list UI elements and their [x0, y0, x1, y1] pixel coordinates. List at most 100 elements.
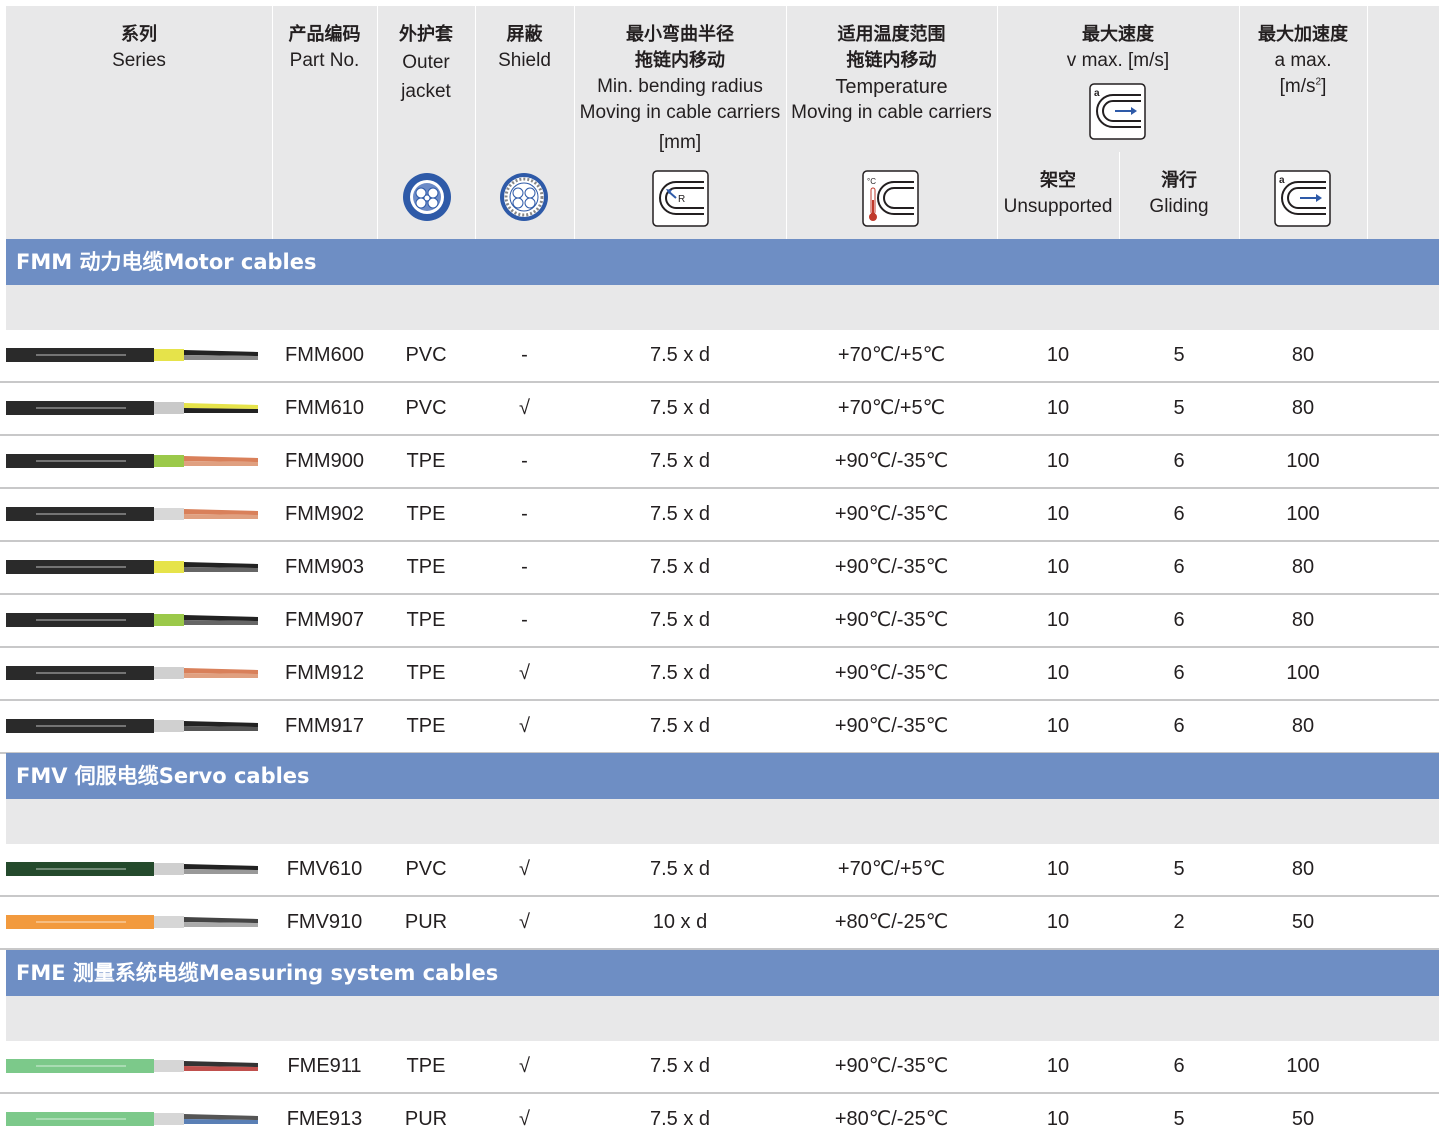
header-bending-en3: [mm]: [658, 132, 702, 153]
cell-speed-unsupported: 10: [1046, 858, 1070, 880]
cell-shield: √: [519, 662, 530, 684]
header-outer-jacket-en2: jacket: [401, 81, 451, 102]
header-part-no: 产品编码 Part No.: [272, 22, 377, 74]
cell-outer-jacket: PVC: [405, 344, 447, 366]
header-shield-en: Shield: [498, 50, 551, 71]
cell-outer-jacket: TPE: [406, 450, 446, 472]
svg-text:°C: °C: [867, 177, 876, 186]
header-bending-cn1: 最小弯曲半径: [626, 24, 734, 45]
header-speed-cn: 最大速度: [1082, 24, 1154, 45]
cell-part-number: FMM912: [285, 662, 364, 684]
header-gliding-cn: 滑行: [1161, 170, 1197, 191]
header-speed-gliding: 滑行 Gliding: [1119, 168, 1239, 220]
cell-part-number: FMV910: [286, 911, 363, 933]
cell-bending-radius: 7.5 x d: [649, 662, 711, 684]
cell-bending-radius: 7.5 x d: [649, 609, 711, 631]
cell-acceleration: 80: [1291, 556, 1315, 578]
cell-speed-unsupported: 10: [1046, 911, 1070, 933]
cable-image: [6, 719, 258, 733]
cell-speed-gliding: 6: [1173, 715, 1185, 737]
cell-outer-jacket: TPE: [406, 715, 446, 737]
section-header: FMV 伺服电缆Servo cables: [6, 753, 1439, 799]
cell-temperature: +90℃/-35℃: [834, 609, 949, 631]
cell-acceleration: 50: [1291, 911, 1315, 933]
cell-part-number: FME911: [287, 1055, 362, 1077]
cell-speed-gliding: 6: [1173, 1055, 1185, 1077]
cable-image: [6, 454, 258, 468]
cell-temperature: +90℃/-35℃: [834, 715, 949, 737]
cell-outer-jacket: TPE: [406, 609, 446, 631]
header-unsupported-en: Unsupported: [1003, 196, 1113, 217]
header-outer-jacket-en1: Outer: [402, 52, 450, 73]
cell-shield: -: [521, 556, 528, 578]
cell-shield: √: [519, 715, 530, 737]
cell-shield: -: [521, 450, 528, 472]
cell-speed-unsupported: 10: [1046, 450, 1070, 472]
table-row: FMM610 PVC √ 7.5 x d +70℃/+5℃ 10 5 80: [0, 383, 1439, 436]
cell-temperature: +90℃/-35℃: [834, 503, 949, 525]
cell-temperature: +90℃/-35℃: [834, 1055, 949, 1077]
speed-cable-carrier-icon: a: [1089, 83, 1146, 140]
cell-acceleration: 100: [1286, 662, 1320, 684]
cell-bending-radius: 7.5 x d: [649, 344, 711, 366]
cell-bending-radius: 7.5 x d: [649, 503, 711, 525]
table-row: FMM912 TPE √ 7.5 x d +90℃/-35℃ 10 6 100: [0, 648, 1439, 701]
cell-acceleration: 80: [1291, 397, 1315, 419]
cell-speed-unsupported: 10: [1046, 397, 1070, 419]
header-series-cn: 系列: [121, 24, 157, 45]
cable-image: [6, 507, 258, 521]
header-part-no-en: Part No.: [289, 50, 360, 71]
cell-outer-jacket: TPE: [406, 556, 446, 578]
cell-part-number: FMM902: [285, 503, 364, 525]
header-bending-radius: 最小弯曲半径 拖链内移动 Min. bending radius Moving …: [574, 22, 786, 160]
cable-image: [6, 862, 258, 876]
cell-bending-radius: 10 x d: [652, 911, 708, 933]
cell-speed-unsupported: 10: [1046, 344, 1070, 366]
header-shield-cn: 屏蔽: [506, 24, 543, 45]
header-unsupported-cn: 架空: [1040, 170, 1076, 191]
cell-temperature: +90℃/-35℃: [834, 662, 949, 684]
svg-text:a: a: [1279, 175, 1285, 186]
table-row: FME911 TPE √ 7.5 x d +90℃/-35℃ 10 6 100: [0, 1041, 1439, 1094]
cell-acceleration: 80: [1291, 609, 1315, 631]
cell-part-number: FMM903: [285, 556, 364, 578]
cell-speed-unsupported: 10: [1046, 609, 1070, 631]
bending-radius-icon: R: [652, 170, 709, 227]
acceleration-cable-carrier-icon: a: [1274, 170, 1331, 227]
cable-image: [6, 401, 258, 415]
header-bending-cn2: 拖链内移动: [635, 50, 725, 71]
cell-temperature: +80℃/-25℃: [834, 911, 949, 933]
cell-shield: √: [519, 858, 530, 880]
section-spacer: [6, 799, 1439, 844]
header-bending-en2: Moving in cable carriers: [579, 102, 781, 123]
cable-image: [6, 1059, 258, 1073]
cell-outer-jacket: PUR: [404, 1108, 448, 1130]
cell-acceleration: 80: [1291, 344, 1315, 366]
table-row: FMM902 TPE - 7.5 x d +90℃/-35℃ 10 6 100: [0, 489, 1439, 542]
header-outer-jacket: 外护套 Outer jacket: [377, 22, 475, 106]
cell-part-number: FMM907: [285, 609, 364, 631]
cell-shield: -: [521, 609, 528, 631]
cell-temperature: +80℃/-25℃: [834, 1108, 949, 1130]
cell-part-number: FMM917: [285, 715, 364, 737]
cell-speed-gliding: 6: [1173, 609, 1185, 631]
header-outer-jacket-cn: 外护套: [399, 24, 453, 45]
header-accel-unit-close: ]: [1321, 76, 1327, 97]
cell-part-number: FME913: [286, 1108, 363, 1130]
cell-speed-gliding: 6: [1173, 503, 1185, 525]
cell-outer-jacket: PVC: [405, 858, 447, 880]
cell-temperature: +70℃/+5℃: [837, 858, 946, 880]
cell-shield: √: [519, 1108, 530, 1130]
cell-speed-gliding: 2: [1173, 911, 1185, 933]
cable-image: [6, 560, 258, 574]
cable-image: [6, 915, 258, 929]
table-row: FMM903 TPE - 7.5 x d +90℃/-35℃ 10 6 80: [0, 542, 1439, 595]
cable-image: [6, 666, 258, 680]
cell-shield: √: [519, 911, 530, 933]
cell-speed-gliding: 6: [1173, 450, 1185, 472]
cell-speed-unsupported: 10: [1046, 556, 1070, 578]
cell-part-number: FMM610: [285, 397, 364, 419]
cable-cross-section-icon: [403, 173, 451, 221]
table-row: FMV910 PUR √ 10 x d +80℃/-25℃ 10 2 50: [0, 897, 1439, 950]
section-header: FME 测量系统电缆Measuring system cables: [6, 950, 1439, 996]
